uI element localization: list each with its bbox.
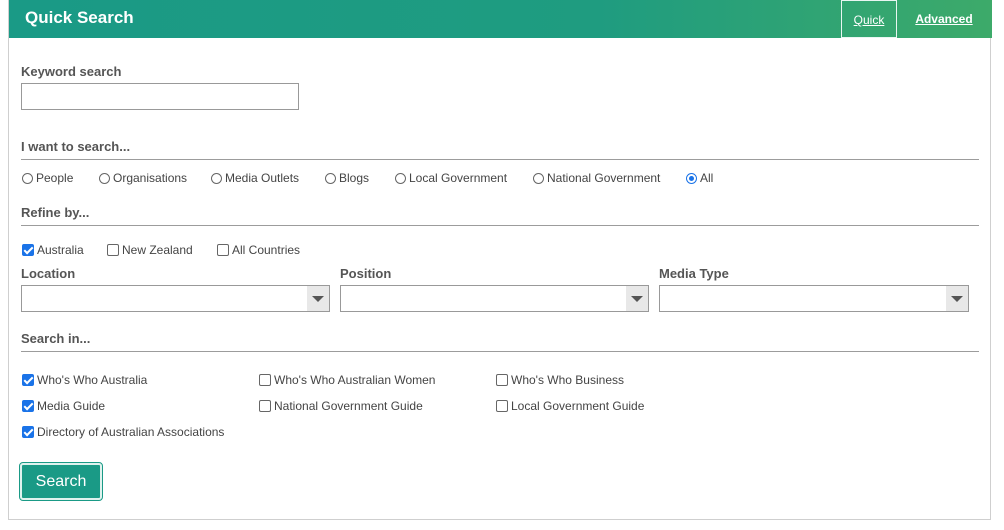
checkbox-national-government-guide[interactable]: National Government Guide — [259, 399, 423, 413]
checkbox-checked-icon[interactable] — [22, 244, 34, 256]
radio-blogs[interactable]: Blogs — [325, 171, 369, 185]
checkbox-new-zealand[interactable]: New Zealand — [107, 243, 193, 257]
checkbox-local-government-guide[interactable]: Local Government Guide — [496, 399, 644, 413]
media-type-label: Media Type — [659, 266, 729, 281]
radio-organisations[interactable]: Organisations — [99, 171, 187, 185]
checkbox-checked-icon[interactable] — [22, 426, 34, 438]
location-select[interactable] — [21, 285, 330, 312]
checkbox-icon[interactable] — [496, 400, 508, 412]
media-type-select[interactable] — [659, 285, 969, 312]
checkbox-checked-icon[interactable] — [22, 400, 34, 412]
checkbox-whos-who-australian-women[interactable]: Who's Who Australian Women — [259, 373, 435, 387]
search-in-label: Search in... — [21, 331, 91, 346]
radio-local-government[interactable]: Local Government — [395, 171, 507, 185]
divider — [21, 159, 979, 160]
position-select[interactable] — [340, 285, 649, 312]
chevron-down-icon[interactable] — [626, 286, 648, 311]
radio-icon[interactable] — [211, 173, 222, 184]
radio-all[interactable]: All — [686, 171, 713, 185]
radio-icon[interactable] — [325, 173, 336, 184]
tab-quick[interactable]: Quick — [841, 0, 897, 38]
radio-selected-icon[interactable] — [686, 173, 697, 184]
keyword-label: Keyword search — [21, 64, 122, 79]
tab-advanced[interactable]: Advanced — [905, 0, 983, 38]
checkbox-whos-who-australia[interactable]: Who's Who Australia — [22, 373, 147, 387]
panel-title: Quick Search — [25, 8, 134, 27]
checkbox-australia[interactable]: Australia — [22, 243, 84, 257]
refine-label: Refine by... — [21, 205, 90, 220]
checkbox-icon[interactable] — [259, 374, 271, 386]
quick-search-panel: Quick Search Quick Advanced Keyword sear… — [8, 0, 992, 520]
radio-icon[interactable] — [99, 173, 110, 184]
radio-people[interactable]: People — [22, 171, 73, 185]
divider — [21, 351, 979, 352]
radio-icon[interactable] — [395, 173, 406, 184]
checkbox-icon[interactable] — [496, 374, 508, 386]
divider — [21, 225, 979, 226]
checkbox-icon[interactable] — [217, 244, 229, 256]
radio-icon[interactable] — [22, 173, 33, 184]
keyword-search-input[interactable] — [21, 83, 299, 110]
checkbox-checked-icon[interactable] — [22, 374, 34, 386]
header-bar: Quick Search Quick Advanced — [9, 0, 992, 38]
position-label: Position — [340, 266, 392, 281]
radio-national-government[interactable]: National Government — [533, 171, 660, 185]
checkbox-whos-who-business[interactable]: Who's Who Business — [496, 373, 624, 387]
chevron-down-icon[interactable] — [946, 286, 968, 311]
radio-media-outlets[interactable]: Media Outlets — [211, 171, 299, 185]
checkbox-directory-australian-associations[interactable]: Directory of Australian Associations — [22, 425, 224, 439]
chevron-down-icon[interactable] — [307, 286, 329, 311]
checkbox-all-countries[interactable]: All Countries — [217, 243, 300, 257]
radio-icon[interactable] — [533, 173, 544, 184]
checkbox-media-guide[interactable]: Media Guide — [22, 399, 105, 413]
search-type-label: I want to search... — [21, 139, 131, 154]
search-button[interactable]: Search — [19, 462, 103, 501]
location-label: Location — [21, 266, 76, 281]
checkbox-icon[interactable] — [259, 400, 271, 412]
checkbox-icon[interactable] — [107, 244, 119, 256]
